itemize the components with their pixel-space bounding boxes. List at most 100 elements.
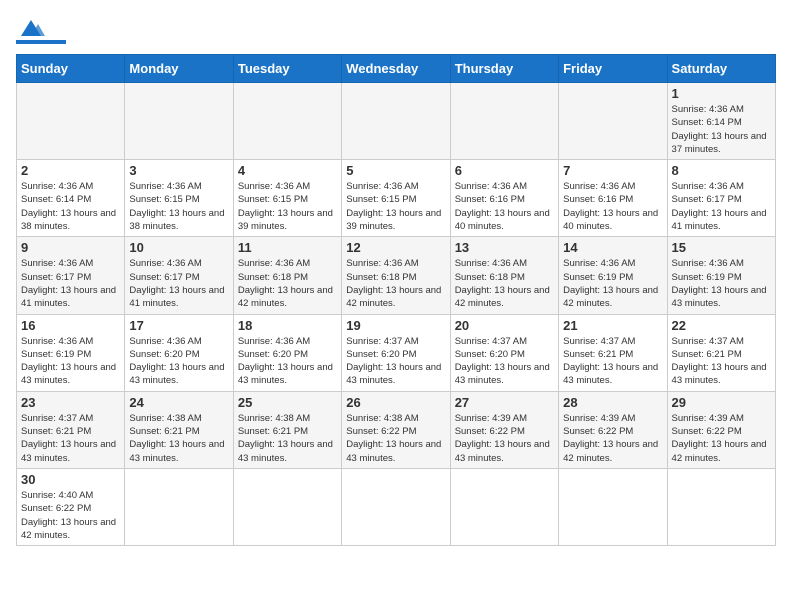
week-row-1: 1Sunrise: 4:36 AM Sunset: 6:14 PM Daylig… [17,83,776,160]
week-row-5: 23 Sunrise: 4:37 AM Sunset: 6:21 PM Dayli… [17,391,776,468]
day-number: 14 [563,240,662,255]
week-row-6: 30Sunrise: 4:40 AM Sunset: 6:22 PM Dayli… [17,468,776,545]
day-number: 25 [238,395,337,410]
day-info: Sunrise: 4:37 AM Sunset: 6:20 PM Dayligh… [346,335,445,388]
day-info: Sunrise: 4:36 AM Sunset: 6:17 PM Dayligh… [672,180,771,233]
calendar-cell: 24 Sunrise: 4:38 AM Sunset: 6:21 PM Dayli… [125,391,233,468]
week-row-2: 2Sunrise: 4:36 AM Sunset: 6:14 PM Daylig… [17,160,776,237]
day-number: 22 [672,318,771,333]
logo-icon [16,18,46,38]
day-number: 4 [238,163,337,178]
column-header-friday: Friday [559,55,667,83]
day-info: Sunrise: 4:38 AM Sunset: 6:21 PM Dayligh… [129,412,228,465]
calendar-cell: 14 Sunrise: 4:36 AM Sunset: 6:19 PM Dayli… [559,237,667,314]
calendar-cell: 22 Sunrise: 4:37 AM Sunset: 6:21 PM Dayli… [667,314,775,391]
calendar-cell: 18 Sunrise: 4:36 AM Sunset: 6:20 PM Dayli… [233,314,341,391]
day-info: Sunrise: 4:36 AM Sunset: 6:15 PM Dayligh… [346,180,445,233]
calendar-cell: 28Sunrise: 4:39 AM Sunset: 6:22 PM Dayli… [559,391,667,468]
day-info: Sunrise: 4:36 AM Sunset: 6:16 PM Dayligh… [455,180,554,233]
calendar-cell [667,468,775,545]
day-number: 8 [672,163,771,178]
day-number: 7 [563,163,662,178]
calendar-cell: 6Sunrise: 4:36 AM Sunset: 6:16 PM Daylig… [450,160,558,237]
day-info: Sunrise: 4:36 AM Sunset: 6:17 PM Dayligh… [129,257,228,310]
day-number: 18 [238,318,337,333]
column-header-thursday: Thursday [450,55,558,83]
calendar-cell: 12Sunrise: 4:36 AM Sunset: 6:18 PM Dayli… [342,237,450,314]
day-info: Sunrise: 4:38 AM Sunset: 6:21 PM Dayligh… [238,412,337,465]
day-info: Sunrise: 4:36 AM Sunset: 6:15 PM Dayligh… [238,180,337,233]
day-number: 11 [238,240,337,255]
calendar-cell [559,468,667,545]
day-info: Sunrise: 4:36 AM Sunset: 6:18 PM Dayligh… [346,257,445,310]
day-number: 21 [563,318,662,333]
calendar-cell: 5 Sunrise: 4:36 AM Sunset: 6:15 PM Daylig… [342,160,450,237]
day-info: Sunrise: 4:36 AM Sunset: 6:20 PM Dayligh… [129,335,228,388]
day-info: Sunrise: 4:36 AM Sunset: 6:18 PM Dayligh… [238,257,337,310]
calendar-cell: 15 Sunrise: 4:36 AM Sunset: 6:19 PM Dayli… [667,237,775,314]
column-header-tuesday: Tuesday [233,55,341,83]
day-info: Sunrise: 4:36 AM Sunset: 6:14 PM Dayligh… [672,103,771,156]
calendar-cell: 26 Sunrise: 4:38 AM Sunset: 6:22 PM Dayli… [342,391,450,468]
calendar-cell: 3Sunrise: 4:36 AM Sunset: 6:15 PM Daylig… [125,160,233,237]
day-info: Sunrise: 4:36 AM Sunset: 6:19 PM Dayligh… [563,257,662,310]
calendar-cell: 29Sunrise: 4:39 AM Sunset: 6:22 PM Dayli… [667,391,775,468]
calendar-cell: 4 Sunrise: 4:36 AM Sunset: 6:15 PM Daylig… [233,160,341,237]
calendar-cell: 25 Sunrise: 4:38 AM Sunset: 6:21 PM Dayli… [233,391,341,468]
day-number: 5 [346,163,445,178]
day-number: 9 [21,240,120,255]
page-header [16,16,776,44]
calendar-cell [450,468,558,545]
calendar-cell: 10 Sunrise: 4:36 AM Sunset: 6:17 PM Dayli… [125,237,233,314]
calendar-cell [233,468,341,545]
week-row-3: 9 Sunrise: 4:36 AM Sunset: 6:17 PM Daylig… [17,237,776,314]
calendar-cell: 23 Sunrise: 4:37 AM Sunset: 6:21 PM Dayli… [17,391,125,468]
calendar-cell: 21Sunrise: 4:37 AM Sunset: 6:21 PM Dayli… [559,314,667,391]
day-number: 24 [129,395,228,410]
day-info: Sunrise: 4:40 AM Sunset: 6:22 PM Dayligh… [21,489,120,542]
day-number: 16 [21,318,120,333]
calendar-cell: 2Sunrise: 4:36 AM Sunset: 6:14 PM Daylig… [17,160,125,237]
day-info: Sunrise: 4:39 AM Sunset: 6:22 PM Dayligh… [563,412,662,465]
day-info: Sunrise: 4:37 AM Sunset: 6:21 PM Dayligh… [672,335,771,388]
calendar-cell: 7Sunrise: 4:36 AM Sunset: 6:16 PM Daylig… [559,160,667,237]
day-number: 10 [129,240,228,255]
column-header-wednesday: Wednesday [342,55,450,83]
calendar-cell: 27Sunrise: 4:39 AM Sunset: 6:22 PM Dayli… [450,391,558,468]
day-info: Sunrise: 4:36 AM Sunset: 6:17 PM Dayligh… [21,257,120,310]
calendar-header-row: SundayMondayTuesdayWednesdayThursdayFrid… [17,55,776,83]
calendar-table: SundayMondayTuesdayWednesdayThursdayFrid… [16,54,776,546]
day-info: Sunrise: 4:38 AM Sunset: 6:22 PM Dayligh… [346,412,445,465]
calendar-cell: 13Sunrise: 4:36 AM Sunset: 6:18 PM Dayli… [450,237,558,314]
day-info: Sunrise: 4:37 AM Sunset: 6:20 PM Dayligh… [455,335,554,388]
calendar-cell: 19 Sunrise: 4:37 AM Sunset: 6:20 PM Dayli… [342,314,450,391]
calendar-cell [17,83,125,160]
calendar-cell: 11 Sunrise: 4:36 AM Sunset: 6:18 PM Dayli… [233,237,341,314]
day-number: 29 [672,395,771,410]
calendar-cell: 9 Sunrise: 4:36 AM Sunset: 6:17 PM Daylig… [17,237,125,314]
day-info: Sunrise: 4:36 AM Sunset: 6:14 PM Dayligh… [21,180,120,233]
logo-bar [16,40,66,44]
day-number: 13 [455,240,554,255]
calendar-cell: 1Sunrise: 4:36 AM Sunset: 6:14 PM Daylig… [667,83,775,160]
day-info: Sunrise: 4:36 AM Sunset: 6:20 PM Dayligh… [238,335,337,388]
calendar-cell [559,83,667,160]
calendar-cell [125,468,233,545]
day-number: 26 [346,395,445,410]
day-info: Sunrise: 4:37 AM Sunset: 6:21 PM Dayligh… [21,412,120,465]
calendar-cell: 17 Sunrise: 4:36 AM Sunset: 6:20 PM Dayli… [125,314,233,391]
day-number: 23 [21,395,120,410]
calendar-cell [125,83,233,160]
day-number: 27 [455,395,554,410]
calendar-body: 1Sunrise: 4:36 AM Sunset: 6:14 PM Daylig… [17,83,776,546]
week-row-4: 16Sunrise: 4:36 AM Sunset: 6:19 PM Dayli… [17,314,776,391]
calendar-cell [233,83,341,160]
day-number: 15 [672,240,771,255]
calendar-cell [342,83,450,160]
column-header-monday: Monday [125,55,233,83]
day-number: 19 [346,318,445,333]
calendar-cell: 20Sunrise: 4:37 AM Sunset: 6:20 PM Dayli… [450,314,558,391]
calendar-cell: 16Sunrise: 4:36 AM Sunset: 6:19 PM Dayli… [17,314,125,391]
day-number: 17 [129,318,228,333]
day-info: Sunrise: 4:36 AM Sunset: 6:19 PM Dayligh… [672,257,771,310]
